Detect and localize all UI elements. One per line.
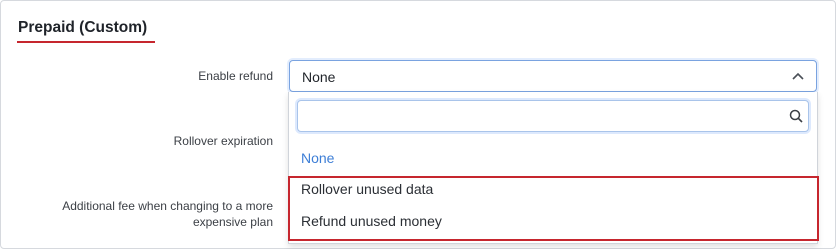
search-icon (789, 109, 803, 123)
enable-refund-select[interactable]: None (289, 60, 817, 92)
section-title-underline (17, 41, 155, 43)
dropdown-search-input[interactable] (297, 100, 809, 132)
dropdown-option-refund-unused-money[interactable]: Refund unused money (301, 213, 442, 229)
additional-fee-label: Additional fee when changing to a more e… (62, 199, 273, 229)
enable-refund-label: Enable refund (198, 69, 273, 83)
chevron-up-icon[interactable] (792, 72, 804, 80)
rollover-expiration-label: Rollover expiration (173, 134, 273, 148)
dropdown-option-none[interactable]: None (301, 150, 334, 166)
enable-refund-dropdown: None Rollover unused data Refund unused … (288, 92, 818, 244)
enable-refund-selected-value: None (302, 69, 336, 85)
section-title: Prepaid (Custom) (18, 19, 148, 36)
dropdown-option-rollover-unused-data[interactable]: Rollover unused data (301, 181, 433, 197)
